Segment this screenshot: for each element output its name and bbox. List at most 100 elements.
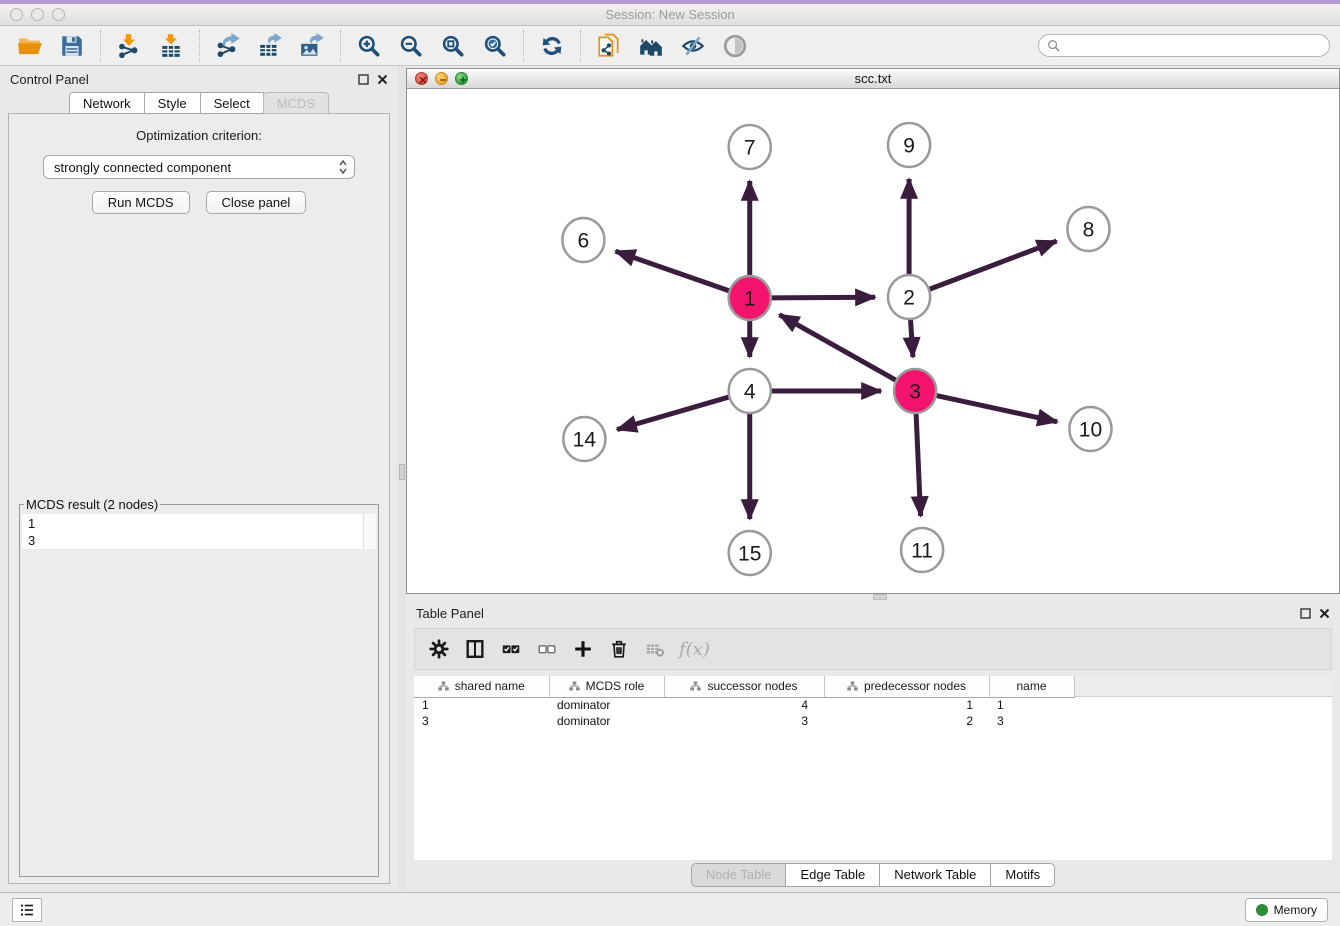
zoom-in-button[interactable]	[349, 29, 389, 63]
column-header-predecessor-nodes[interactable]: predecessor nodes	[824, 676, 989, 697]
network-canvas[interactable]: 7 9 6 8 1 2 4 3 14 10 15 11	[407, 89, 1339, 593]
minimize-window-button[interactable]	[31, 8, 44, 21]
graph-node-1[interactable]: 1	[729, 276, 771, 320]
export-network-button[interactable]	[208, 29, 248, 63]
import-network-button[interactable]	[109, 29, 149, 63]
graph-edge-1-2[interactable]	[770, 297, 875, 298]
graph-edge-2-8[interactable]	[928, 241, 1057, 290]
column-header-MCDS-role[interactable]: MCDS role	[549, 676, 664, 697]
tab-node-table[interactable]: Node Table	[691, 863, 787, 887]
import-table-button[interactable]	[151, 29, 191, 63]
table-settings-button[interactable]	[423, 633, 455, 665]
table-cell[interactable]: 3	[414, 713, 549, 729]
table-panel-tabs: Node Table Edge Table Network Table Moti…	[406, 860, 1340, 890]
result-scrollbar[interactable]	[363, 514, 376, 549]
mcds-result-text[interactable]: 13	[22, 514, 363, 549]
graph-edge-4-14[interactable]	[617, 397, 730, 430]
graph-node-14[interactable]: 14	[563, 417, 605, 461]
unselect-all-columns-button[interactable]	[531, 633, 563, 665]
graph-node-4[interactable]: 4	[729, 369, 771, 413]
tab-network[interactable]: Network	[69, 92, 145, 114]
hide-unhide-button[interactable]	[673, 29, 713, 63]
graph-edge-3-11[interactable]	[916, 411, 921, 516]
delete-table-button[interactable]	[639, 633, 671, 665]
save-session-button[interactable]	[52, 29, 92, 63]
run-mcds-button[interactable]: Run MCDS	[92, 191, 190, 214]
graph-edge-3-1[interactable]	[779, 315, 897, 381]
table-row[interactable]: 3dominator323	[414, 713, 1074, 729]
optimization-criterion-select[interactable]: strongly connected component	[43, 155, 355, 179]
horizontal-splitter[interactable]	[406, 594, 1340, 600]
tab-edge-table[interactable]: Edge Table	[785, 863, 880, 887]
tab-network-table[interactable]: Network Table	[879, 863, 991, 887]
column-header-successor-nodes[interactable]: successor nodes	[664, 676, 824, 697]
table-cell[interactable]: 3	[989, 713, 1074, 729]
zoom-selected-button[interactable]	[475, 29, 515, 63]
network-window-titlebar: scc.txt	[407, 69, 1339, 89]
network-close-button[interactable]	[415, 72, 428, 85]
column-header-shared-name[interactable]: shared name	[414, 676, 549, 697]
table-panel-title: Table Panel	[416, 606, 1300, 621]
function-builder-button[interactable]: f(x)	[675, 639, 710, 660]
close-panel-icon[interactable]	[1319, 608, 1330, 619]
network-maximize-button[interactable]	[455, 72, 468, 85]
graph-node-10[interactable]: 10	[1069, 407, 1111, 451]
table-cell[interactable]: 1	[989, 697, 1074, 713]
graph-edge-1-6[interactable]	[616, 251, 731, 291]
select-all-columns-button[interactable]	[495, 633, 527, 665]
columns-icon	[464, 638, 486, 660]
toolbar-separator	[580, 30, 581, 62]
table-cell[interactable]: 1	[824, 697, 989, 713]
float-panel-icon[interactable]	[1300, 608, 1311, 619]
graph-node-3[interactable]: 3	[894, 369, 936, 413]
zoom-window-button[interactable]	[52, 8, 65, 21]
table-cell[interactable]: dominator	[549, 713, 664, 729]
graph-edge-2-3[interactable]	[910, 317, 913, 357]
vertical-splitter[interactable]	[398, 66, 406, 892]
horizontal-splitter-handle[interactable]	[873, 594, 887, 600]
graph-node-7[interactable]: 7	[729, 125, 771, 169]
search-input[interactable]	[1065, 39, 1321, 53]
table-cell[interactable]: 1	[414, 697, 549, 713]
tab-mcds[interactable]: MCDS	[263, 92, 329, 114]
table-cell[interactable]: 4	[664, 697, 824, 713]
vertical-splitter-handle[interactable]	[399, 464, 405, 480]
graph-node-15[interactable]: 15	[729, 531, 771, 575]
delete-columns-button[interactable]	[603, 633, 635, 665]
memory-label: Memory	[1274, 903, 1317, 917]
column-header-name[interactable]: name	[989, 676, 1074, 697]
graph-node-2[interactable]: 2	[888, 275, 930, 319]
network-from-file-button[interactable]	[589, 29, 629, 63]
close-panel-icon[interactable]	[377, 74, 388, 85]
tab-style[interactable]: Style	[144, 92, 201, 114]
refresh-layout-button[interactable]	[532, 29, 572, 63]
export-image-button[interactable]	[292, 29, 332, 63]
table-cell[interactable]: 2	[824, 713, 989, 729]
import-network-icon	[116, 33, 142, 59]
task-history-button[interactable]	[12, 898, 42, 922]
zoom-fit-button[interactable]	[433, 29, 473, 63]
graph-node-9[interactable]: 9	[888, 123, 930, 167]
add-column-button[interactable]	[567, 633, 599, 665]
table-cell[interactable]: 3	[664, 713, 824, 729]
tab-select[interactable]: Select	[200, 92, 264, 114]
close-window-button[interactable]	[10, 8, 23, 21]
home-navigator-button[interactable]	[631, 29, 671, 63]
select-chevrons-icon	[338, 159, 348, 175]
zoom-out-button[interactable]	[391, 29, 431, 63]
show-columns-button[interactable]	[459, 633, 491, 665]
float-panel-icon[interactable]	[358, 74, 369, 85]
table-row[interactable]: 1dominator411	[414, 697, 1074, 713]
export-table-button[interactable]	[250, 29, 290, 63]
graph-edge-3-10[interactable]	[935, 395, 1057, 422]
close-panel-button[interactable]: Close panel	[206, 191, 307, 214]
graph-node-6[interactable]: 6	[562, 218, 604, 262]
graph-node-11[interactable]: 11	[901, 528, 943, 572]
open-session-button[interactable]	[10, 29, 50, 63]
table-cell[interactable]: dominator	[549, 697, 664, 713]
network-minimize-button[interactable]	[435, 72, 448, 85]
memory-button[interactable]: Memory	[1245, 898, 1328, 922]
graph-node-8[interactable]: 8	[1067, 207, 1109, 251]
tab-motifs[interactable]: Motifs	[990, 863, 1055, 887]
show-graphics-details-button[interactable]	[715, 29, 755, 63]
